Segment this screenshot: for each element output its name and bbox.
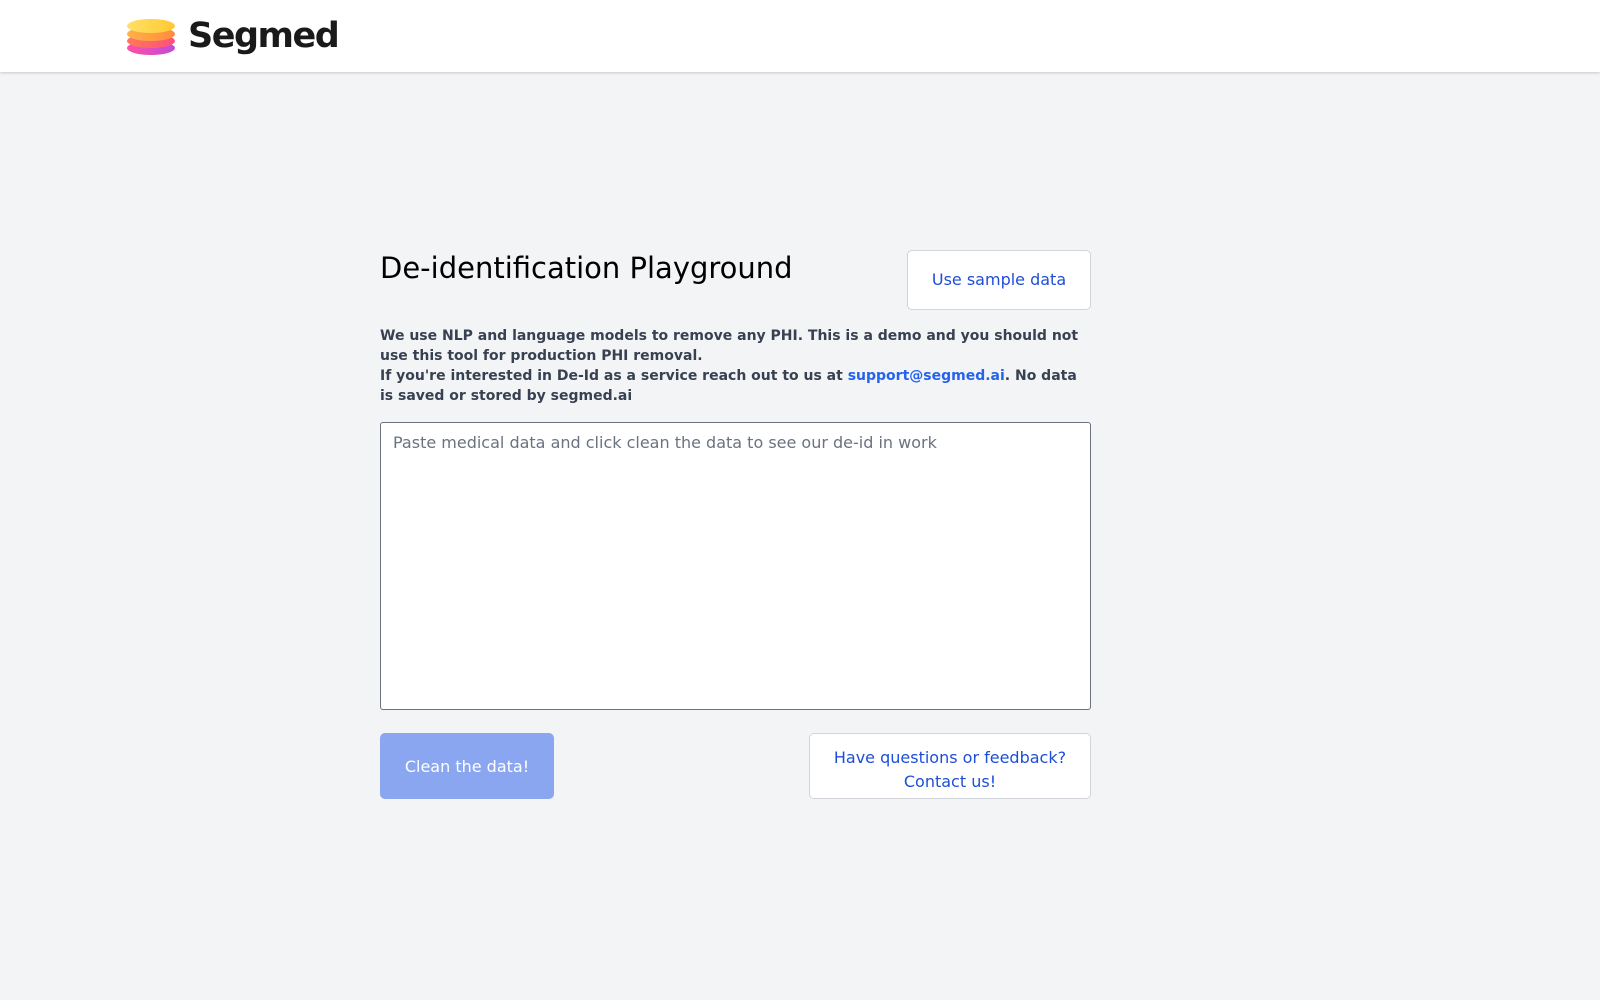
brand-name: Segmed [188, 16, 340, 56]
contact-button-line1: Have questions or feedback? [833, 748, 1067, 767]
clean-data-button[interactable]: Clean the data! [380, 733, 554, 799]
contact-prefix: If you're interested in De-Id as a servi… [380, 368, 848, 384]
contact-us-button[interactable]: Have questions or feedback? Contact us! [809, 733, 1091, 799]
page-title: De-identification Playground [380, 251, 793, 285]
medical-data-input[interactable] [380, 422, 1091, 710]
contact-button-line2: Contact us! [903, 772, 997, 791]
support-email-link[interactable]: support@segmed.ai [848, 368, 1005, 384]
segmed-logo[interactable]: Segmed [126, 14, 340, 58]
use-sample-data-button[interactable]: Use sample data [907, 250, 1091, 310]
description: We use NLP and language models to remove… [380, 326, 1091, 406]
contact-info-text: If you're interested in De-Id as a servi… [380, 366, 1091, 406]
disclaimer-text: We use NLP and language models to remove… [380, 328, 1079, 364]
stacked-layers-icon [126, 14, 178, 58]
top-navbar: Segmed [0, 0, 1600, 72]
